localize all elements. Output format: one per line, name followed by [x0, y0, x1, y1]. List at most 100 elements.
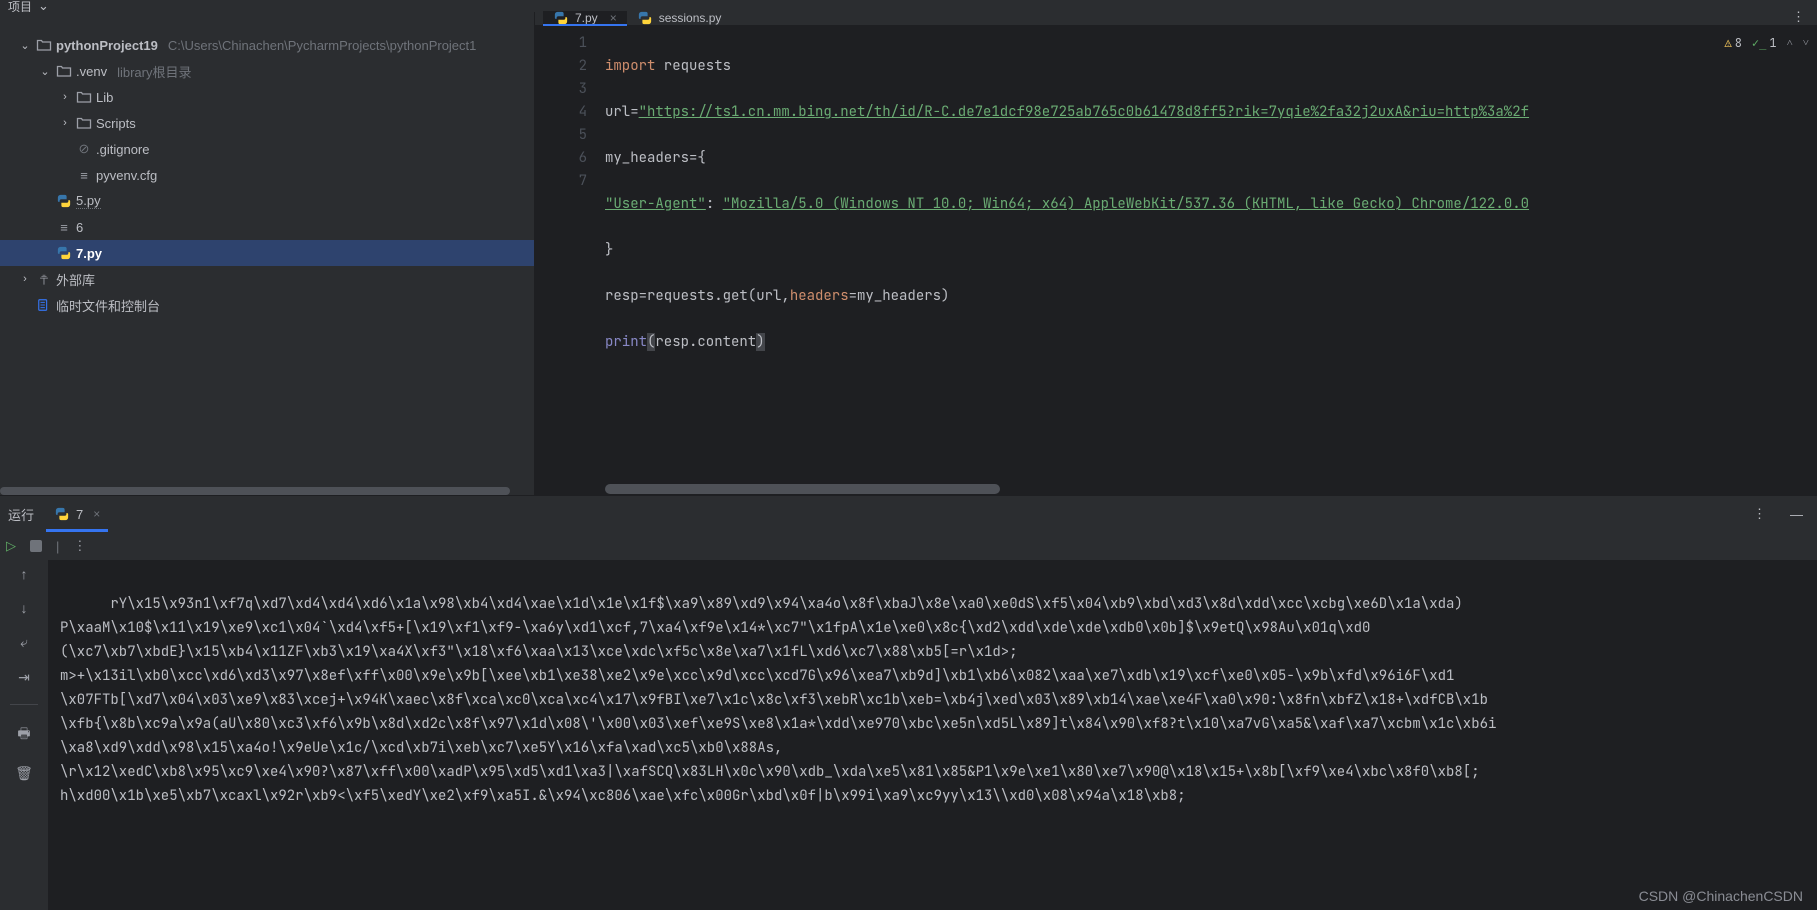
trash-icon[interactable]: 🗑 [15, 765, 33, 782]
code-token: "https://ts1.cn.mm.bing.net/th/id/R-C.de… [639, 103, 1529, 121]
text-file-icon [56, 219, 72, 235]
code-content[interactable]: import requests url="https://ts1.cn.mm.b… [605, 26, 1817, 483]
more-icon[interactable]: ⋮ [1747, 506, 1772, 522]
line-number: 1 [535, 32, 587, 55]
tree-label: Lib [96, 90, 113, 105]
line-number: 7 [535, 170, 587, 193]
tab-7-py[interactable]: 7.py × [543, 11, 627, 25]
line-number: 3 [535, 78, 587, 101]
warnings-badge[interactable]: ⚠ 8 [1725, 32, 1742, 55]
tree-scripts[interactable]: › Scripts [0, 110, 534, 136]
folder-icon [76, 89, 92, 105]
close-icon[interactable]: × [93, 507, 100, 521]
folder-icon [76, 115, 92, 131]
tree-label: 临时文件和控制台 [56, 296, 160, 315]
watermark: CSDN @ChinachenCSDN [1639, 884, 1803, 908]
tree-venv[interactable]: ⌄ .venv library根目录 [0, 58, 534, 84]
code-token: "User-Agent" [605, 195, 706, 213]
line-gutter: 1 2 3 4 5 6 7 [535, 26, 605, 483]
project-sidebar: ⌄ pythonProject19 C:\Users\Chinachen\Pyc… [0, 12, 535, 495]
code-token: "Mozilla/5.0 (Windows NT 10.0; Win64; x6… [723, 195, 1529, 213]
tab-sessions-py[interactable]: sessions.py [627, 11, 732, 25]
run-tab-label: 7 [76, 507, 83, 522]
code-token: import [605, 57, 655, 75]
editor-tabs: 7.py × sessions.py ⋮ [535, 12, 1817, 26]
scroll-to-end-icon[interactable]: ⇥ [18, 669, 30, 686]
code-token: my_headers={ [605, 149, 706, 167]
chevron-up-icon[interactable]: ˄ [1787, 32, 1793, 55]
line-number: 5 [535, 124, 587, 147]
code-token: resp.content [655, 333, 756, 351]
rerun-icon[interactable]: ▷ [6, 538, 16, 554]
line-number: 4 [535, 101, 587, 124]
tree-label: 7.py [76, 246, 102, 261]
tree-label: 外部库 [56, 270, 95, 289]
tree-external-libs[interactable]: › 外部库 [0, 266, 534, 292]
more-icon[interactable]: ⋮ [73, 538, 86, 554]
weak-warnings-badge[interactable]: ✓̲ 1 [1752, 32, 1777, 55]
code-token: : [706, 195, 723, 213]
print-icon[interactable]: 🖶 [17, 723, 30, 747]
run-tool-window: 运行 7 × ⋮ — ▷ | ⋮ ↑ ↓ ⤶ ⇥ 🖶 🗑 rY\x15\x93n… [0, 495, 1817, 910]
inspection-badges: ⚠ 8 ✓̲ 1 ˄ ˅ [1725, 32, 1810, 55]
warning-count: 8 [1735, 32, 1742, 55]
editor-scrollbar[interactable] [535, 483, 1817, 495]
chevron-down-icon[interactable]: ⌄ [38, 65, 52, 78]
python-icon [56, 193, 72, 209]
code-token: ) [756, 333, 764, 351]
config-icon [76, 167, 92, 183]
tree-gitignore[interactable]: .gitignore [0, 136, 534, 162]
python-icon [54, 506, 70, 522]
console-output[interactable]: rY\x15\x93n1\xf7q\xd7\xd4\xd4\xd6\x1a\x9… [48, 560, 1817, 910]
code-token: } [605, 241, 613, 259]
down-arrow-icon[interactable]: ↓ [21, 600, 28, 616]
soft-wrap-icon[interactable]: ⤶ [20, 634, 28, 651]
code-token: print [605, 333, 647, 351]
chevron-right-icon[interactable]: › [58, 91, 72, 103]
tree-label: pyvenv.cfg [96, 168, 157, 183]
sidebar-scrollbar[interactable] [0, 487, 534, 495]
close-icon[interactable]: × [610, 11, 617, 25]
check-icon: ✓̲ [1752, 32, 1766, 55]
python-icon [56, 245, 72, 261]
chevron-down-icon[interactable]: ⌄ [18, 39, 32, 52]
chevron-right-icon[interactable]: › [58, 117, 72, 129]
editor-pane: 7.py × sessions.py ⋮ 1 2 3 4 5 6 7 [535, 12, 1817, 495]
tree-label: .venv [76, 64, 107, 79]
run-gutter: ↑ ↓ ⤶ ⇥ 🖶 🗑 [0, 560, 48, 910]
tree-label: pythonProject19 [56, 38, 158, 53]
tabs-menu-icon[interactable]: ⋮ [1780, 9, 1817, 25]
up-arrow-icon[interactable]: ↑ [21, 566, 28, 582]
code-token: =my_headers) [849, 287, 950, 305]
chevron-down-icon[interactable]: ˅ [1803, 32, 1809, 55]
python-icon [553, 10, 569, 26]
tree-file-6[interactable]: 6 [0, 214, 534, 240]
tree-pyvenv[interactable]: pyvenv.cfg [0, 162, 534, 188]
project-tree[interactable]: ⌄ pythonProject19 C:\Users\Chinachen\Pyc… [0, 12, 534, 487]
code-token: url= [605, 103, 639, 121]
tree-root[interactable]: ⌄ pythonProject19 C:\Users\Chinachen\Pyc… [0, 32, 534, 58]
run-header: 运行 7 × ⋮ — [0, 496, 1817, 532]
tree-label: .gitignore [96, 142, 149, 157]
code-token: requests [655, 57, 731, 75]
folder-icon [56, 63, 72, 79]
tree-file-5[interactable]: 5.py [0, 188, 534, 214]
ignore-icon [76, 141, 92, 157]
stop-icon[interactable] [30, 540, 42, 552]
run-title: 运行 [8, 505, 34, 524]
chevron-right-icon[interactable]: › [18, 273, 32, 285]
minimize-icon[interactable]: — [1784, 507, 1809, 522]
tree-file-7[interactable]: 7.py [0, 240, 534, 266]
tree-label: 6 [76, 220, 83, 235]
folder-icon [36, 37, 52, 53]
code-editor[interactable]: 1 2 3 4 5 6 7 import requests url="https… [535, 26, 1817, 483]
tree-label: 5.py [76, 193, 101, 209]
code-token: headers [790, 287, 849, 305]
tab-label: 7.py [575, 11, 598, 25]
tree-lib[interactable]: › Lib [0, 84, 534, 110]
console-text: rY\x15\x93n1\xf7q\xd7\xd4\xd4\xd6\x1a\x9… [60, 595, 1496, 805]
tree-scratches[interactable]: 临时文件和控制台 [0, 292, 534, 318]
run-tab[interactable]: 7 × [46, 496, 108, 532]
python-icon [637, 10, 653, 26]
line-number: 2 [535, 55, 587, 78]
